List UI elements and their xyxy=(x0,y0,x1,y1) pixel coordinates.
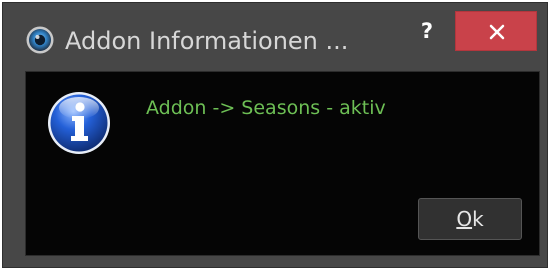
close-button[interactable] xyxy=(455,11,537,51)
help-button[interactable]: ? xyxy=(407,11,447,51)
ok-button[interactable]: Ok xyxy=(418,198,522,240)
app-icon xyxy=(25,25,55,55)
close-icon xyxy=(489,24,505,40)
dialog-content: Addon -> Seasons - aktiv Ok xyxy=(25,71,540,256)
dialog-window: Addon Informationen ... ? Addon -> Seaso… xyxy=(2,2,548,268)
window-title: Addon Informationen ... xyxy=(65,27,349,55)
ok-button-mnemonic: O xyxy=(456,207,473,231)
ok-button-label-rest: k xyxy=(472,207,484,231)
info-icon xyxy=(46,90,112,156)
message-text: Addon -> Seasons - aktiv xyxy=(146,97,386,119)
title-bar[interactable]: Addon Informationen ... ? xyxy=(3,3,547,69)
